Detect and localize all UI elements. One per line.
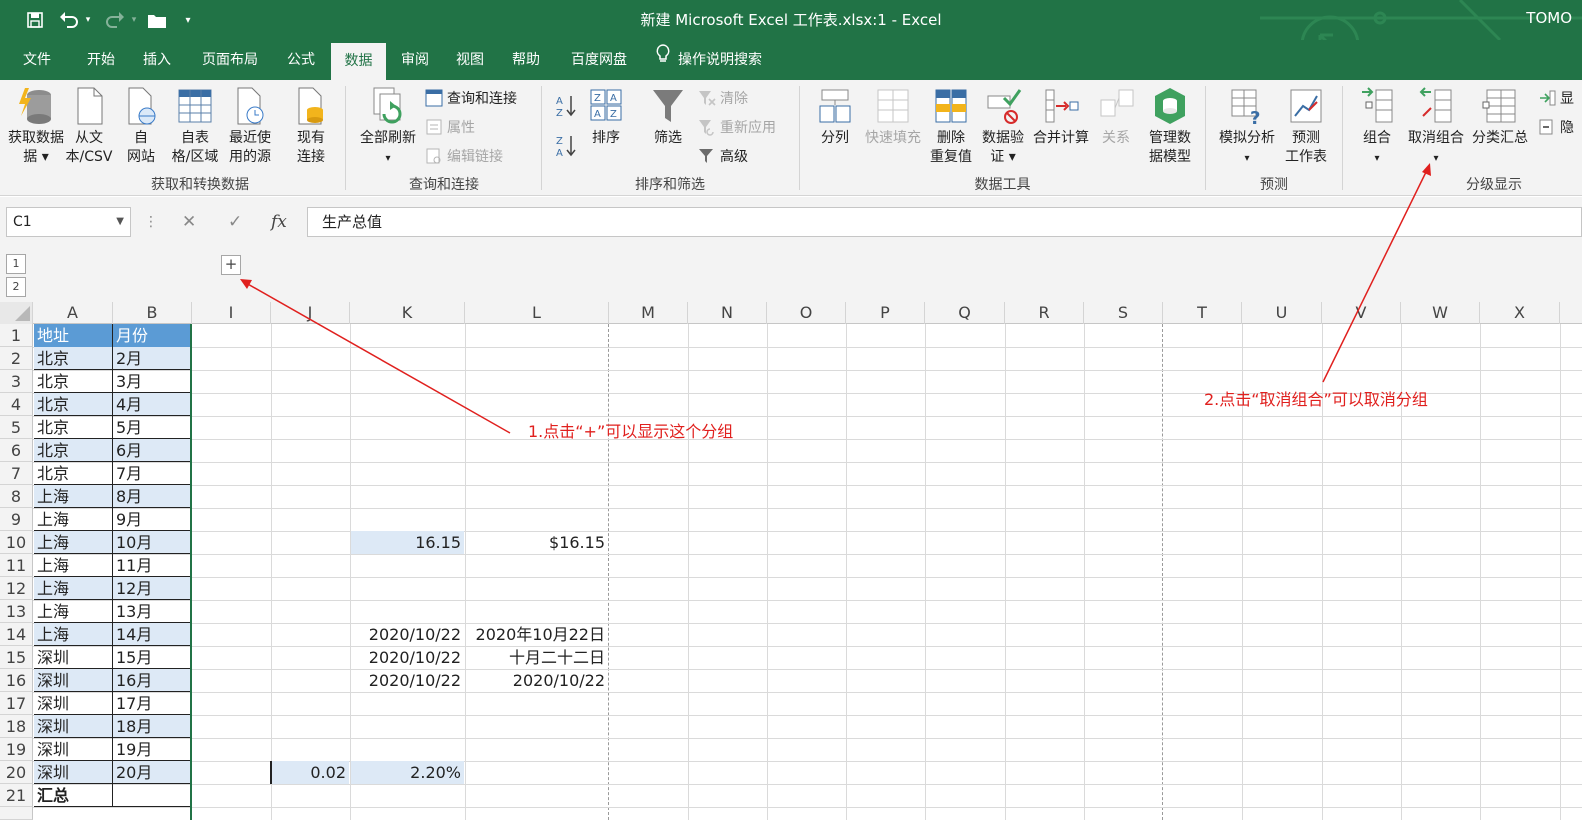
arrowhead-icon [1422,163,1431,176]
annotation-expand-group: 1.点击“+”可以显示这个分组 [528,422,734,441]
arrowhead-icon [240,279,252,289]
annotation-arrows [240,163,1431,434]
arrow-to-expand-button [245,282,511,434]
annotation-ungroup: 2.点击“取消组合”可以取消分组 [1204,390,1428,409]
arrow-to-ungroup-button [1322,169,1428,383]
excel-window: ▾ ▾ ▾ 新建 Microsoft Excel 工作表.xlsx:1 - Ex… [0,0,1582,820]
